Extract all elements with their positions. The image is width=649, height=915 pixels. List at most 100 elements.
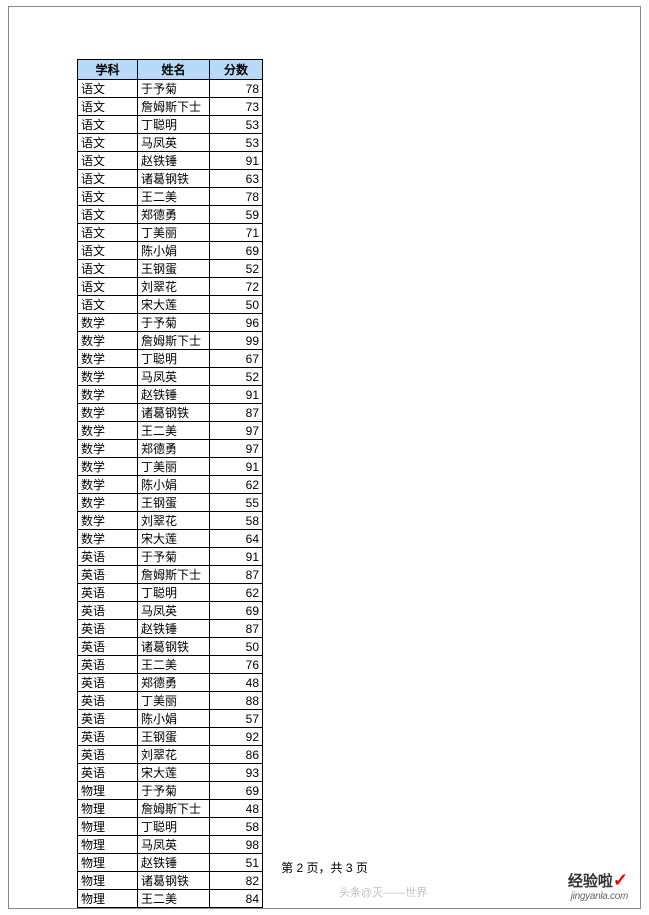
cell-subject: 英语: [78, 566, 138, 584]
cell-subject: 英语: [78, 548, 138, 566]
check-icon: ✓: [613, 870, 628, 890]
cell-name: 于予菊: [138, 548, 210, 566]
table-row: 语文陈小娟69: [78, 242, 263, 260]
table-container: 学科 姓名 分数 语文于予菊78语文詹姆斯下士73语文丁聪明53语文马凤英53语…: [77, 59, 263, 908]
cell-score: 98: [210, 836, 263, 854]
header-name: 姓名: [138, 60, 210, 80]
cell-name: 宋大莲: [138, 530, 210, 548]
cell-subject: 物理: [78, 836, 138, 854]
cell-score: 97: [210, 440, 263, 458]
cell-name: 丁美丽: [138, 224, 210, 242]
cell-name: 宋大莲: [138, 764, 210, 782]
cell-name: 王二美: [138, 656, 210, 674]
cell-score: 71: [210, 224, 263, 242]
cell-subject: 语文: [78, 188, 138, 206]
table-row: 数学诸葛钢铁87: [78, 404, 263, 422]
cell-name: 丁美丽: [138, 458, 210, 476]
watermark-brand-block: 经验啦✓ jingyanla.com: [568, 870, 628, 902]
cell-score: 73: [210, 98, 263, 116]
table-row: 数学丁美丽91: [78, 458, 263, 476]
table-row: 语文郑德勇59: [78, 206, 263, 224]
cell-score: 50: [210, 638, 263, 656]
cell-subject: 数学: [78, 386, 138, 404]
score-table: 学科 姓名 分数 语文于予菊78语文詹姆斯下士73语文丁聪明53语文马凤英53语…: [77, 59, 263, 908]
cell-name: 王钢蛋: [138, 494, 210, 512]
cell-name: 丁聪明: [138, 350, 210, 368]
table-row: 语文宋大莲50: [78, 296, 263, 314]
cell-subject: 语文: [78, 278, 138, 296]
cell-name: 郑德勇: [138, 206, 210, 224]
table-row: 物理丁聪明58: [78, 818, 263, 836]
table-row: 英语陈小娟57: [78, 710, 263, 728]
cell-subject: 英语: [78, 674, 138, 692]
cell-score: 57: [210, 710, 263, 728]
cell-subject: 语文: [78, 116, 138, 134]
table-row: 物理王二美84: [78, 890, 263, 908]
cell-score: 91: [210, 458, 263, 476]
table-row: 语文丁美丽71: [78, 224, 263, 242]
cell-name: 詹姆斯下士: [138, 566, 210, 584]
cell-name: 诸葛钢铁: [138, 638, 210, 656]
cell-score: 69: [210, 242, 263, 260]
cell-subject: 数学: [78, 404, 138, 422]
cell-score: 53: [210, 134, 263, 152]
cell-subject: 数学: [78, 440, 138, 458]
cell-score: 87: [210, 566, 263, 584]
table-row: 数学丁聪明67: [78, 350, 263, 368]
cell-subject: 物理: [78, 782, 138, 800]
cell-score: 69: [210, 602, 263, 620]
table-row: 英语詹姆斯下士87: [78, 566, 263, 584]
cell-score: 88: [210, 692, 263, 710]
cell-name: 詹姆斯下士: [138, 98, 210, 116]
cell-name: 于予菊: [138, 80, 210, 98]
table-row: 英语郑德勇48: [78, 674, 263, 692]
cell-score: 50: [210, 296, 263, 314]
cell-subject: 英语: [78, 638, 138, 656]
cell-score: 84: [210, 890, 263, 908]
table-row: 语文诸葛钢铁63: [78, 170, 263, 188]
cell-score: 76: [210, 656, 263, 674]
cell-subject: 语文: [78, 206, 138, 224]
cell-score: 59: [210, 206, 263, 224]
watermark-brand: 经验啦✓: [568, 870, 628, 891]
cell-name: 王二美: [138, 188, 210, 206]
cell-subject: 语文: [78, 242, 138, 260]
cell-score: 58: [210, 512, 263, 530]
cell-subject: 语文: [78, 98, 138, 116]
cell-subject: 数学: [78, 368, 138, 386]
cell-subject: 数学: [78, 332, 138, 350]
cell-score: 52: [210, 368, 263, 386]
table-row: 数学宋大莲64: [78, 530, 263, 548]
cell-name: 刘翠花: [138, 746, 210, 764]
cell-score: 91: [210, 386, 263, 404]
cell-score: 64: [210, 530, 263, 548]
cell-score: 63: [210, 170, 263, 188]
cell-score: 99: [210, 332, 263, 350]
cell-score: 78: [210, 188, 263, 206]
table-row: 数学郑德勇97: [78, 440, 263, 458]
table-row: 语文刘翠花72: [78, 278, 263, 296]
table-row: 英语诸葛钢铁50: [78, 638, 263, 656]
cell-score: 52: [210, 260, 263, 278]
cell-name: 丁聪明: [138, 116, 210, 134]
cell-subject: 语文: [78, 296, 138, 314]
cell-name: 陈小娟: [138, 476, 210, 494]
table-row: 数学王钢蛋55: [78, 494, 263, 512]
table-row: 数学刘翠花58: [78, 512, 263, 530]
cell-subject: 英语: [78, 602, 138, 620]
cell-score: 72: [210, 278, 263, 296]
table-row: 语文丁聪明53: [78, 116, 263, 134]
cell-score: 55: [210, 494, 263, 512]
table-row: 物理詹姆斯下士48: [78, 800, 263, 818]
cell-name: 詹姆斯下士: [138, 332, 210, 350]
cell-subject: 英语: [78, 710, 138, 728]
table-row: 语文于予菊78: [78, 80, 263, 98]
table-row: 英语刘翠花86: [78, 746, 263, 764]
cell-name: 丁聪明: [138, 818, 210, 836]
table-row: 物理马凤英98: [78, 836, 263, 854]
cell-score: 48: [210, 800, 263, 818]
cell-subject: 英语: [78, 584, 138, 602]
cell-subject: 物理: [78, 890, 138, 908]
cell-name: 刘翠花: [138, 512, 210, 530]
cell-name: 宋大莲: [138, 296, 210, 314]
